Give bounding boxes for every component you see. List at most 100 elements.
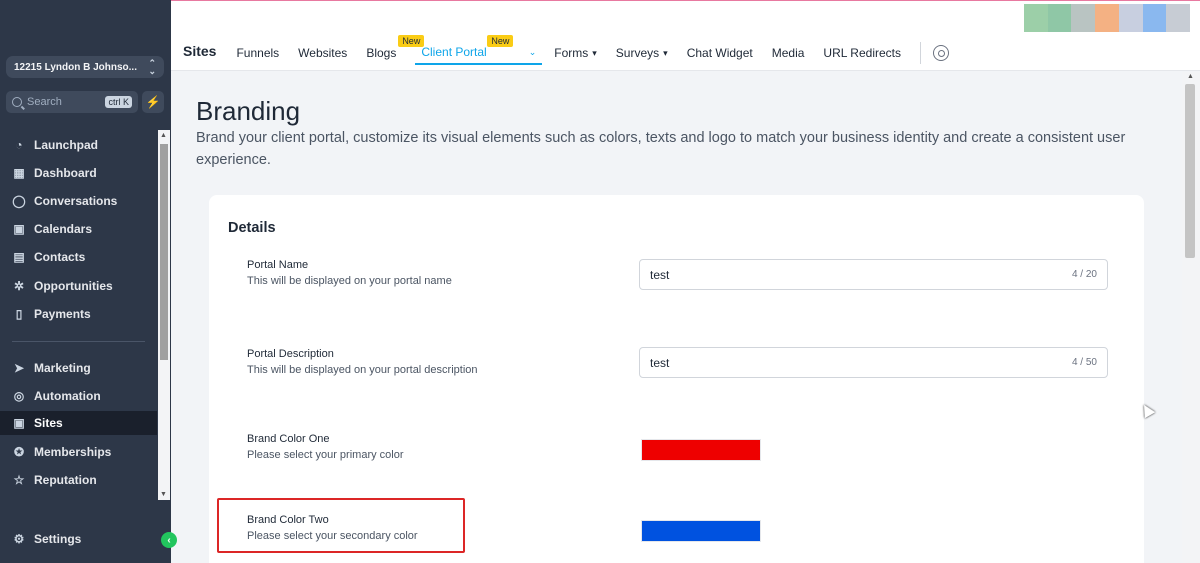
sidebar-item-settings[interactable]: ⚙ Settings xyxy=(0,527,157,551)
input-value: test xyxy=(650,267,670,282)
brand-color-one-label: Brand Color One xyxy=(247,433,330,445)
sidebar-item-dashboard[interactable]: ▦ Dashboard xyxy=(0,161,157,185)
sidebar-item-sites[interactable]: ▣ Sites xyxy=(0,411,157,435)
tab-label: Surveys xyxy=(615,46,660,60)
sidebar-item-label: Contacts xyxy=(34,250,86,264)
scroll-up-icon[interactable]: ▲ xyxy=(1187,73,1194,80)
page-description: Brand your client portal, customize its … xyxy=(196,130,1126,168)
bolt-icon: ⚡ xyxy=(145,95,161,109)
network-icon: ✲ xyxy=(13,279,25,293)
sidebar-item-memberships[interactable]: ✪ Memberships xyxy=(0,440,157,464)
brand-color-one-help: Please select your primary color xyxy=(247,449,404,461)
page-title: Branding xyxy=(196,96,301,126)
tab-client-portal[interactable]: Client Portal New ⌄ xyxy=(415,35,543,65)
search-icon xyxy=(12,97,22,107)
top-navigation: Sites Funnels Websites Blogs New Client P… xyxy=(171,0,1200,71)
sidebar-item-marketing[interactable]: ➤ Marketing xyxy=(0,356,157,380)
main-scrollbar[interactable]: ▲ xyxy=(1182,72,1200,563)
input-value: test xyxy=(650,355,670,370)
tab-label: Funnels xyxy=(236,46,280,60)
user-avatar-strip[interactable] xyxy=(1024,4,1191,32)
new-badge: New xyxy=(487,35,514,47)
search-input[interactable]: Search ctrl K xyxy=(6,91,138,113)
sites-icon: ▣ xyxy=(13,416,25,430)
account-switcher[interactable]: 12215 Lyndon B Johnso... ⌃ ⌄ xyxy=(6,56,164,78)
sidebar-item-label: Conversations xyxy=(34,194,118,208)
automation-icon: ◎ xyxy=(13,389,25,403)
scroll-up-icon[interactable]: ▲ xyxy=(160,132,167,139)
main-content: Branding Brand your client portal, custo… xyxy=(171,72,1182,563)
search-shortcut: ctrl K xyxy=(105,96,132,108)
char-count: 4 / 50 xyxy=(1071,357,1097,368)
search-row: Search ctrl K ⚡ xyxy=(6,91,164,113)
char-count: 4 / 20 xyxy=(1071,269,1097,280)
sidebar-item-label: Reputation xyxy=(34,473,97,487)
portal-name-input[interactable]: test 4 / 20 xyxy=(639,259,1108,290)
calendar-icon: ▣ xyxy=(13,222,25,236)
sidebar-item-conversations[interactable]: ◯ Conversations xyxy=(0,189,157,213)
sidebar-item-label: Launchpad xyxy=(34,138,99,152)
sidebar-divider xyxy=(12,341,145,342)
portal-description-help: This will be displayed on your portal de… xyxy=(247,364,478,376)
portal-name-help: This will be displayed on your portal na… xyxy=(247,275,452,287)
tab-forms[interactable]: Forms ▾ xyxy=(554,41,597,65)
tab-label: Chat Widget xyxy=(686,46,753,60)
sidebar-item-automation[interactable]: ◎ Automation xyxy=(0,384,157,408)
tab-surveys[interactable]: Surveys ▾ xyxy=(616,41,668,65)
sidebar-item-label: Calendars xyxy=(34,222,93,236)
contacts-icon: ▤ xyxy=(13,250,25,264)
tab-chat-widget[interactable]: Chat Widget xyxy=(687,41,753,65)
details-card: Details Portal Name This will be display… xyxy=(209,195,1144,563)
portal-description-label: Portal Description xyxy=(247,348,334,360)
sidebar: 12215 Lyndon B Johnso... ⌃ ⌄ Search ctrl … xyxy=(0,0,171,563)
sidebar-item-calendars[interactable]: ▣ Calendars xyxy=(0,217,157,241)
sidebar-item-reputation[interactable]: ☆ Reputation xyxy=(0,468,157,492)
sidebar-item-opportunities[interactable]: ✲ Opportunities xyxy=(0,274,157,298)
tab-label: Media xyxy=(771,46,805,60)
tab-divider xyxy=(919,42,921,64)
send-icon: ➤ xyxy=(13,361,25,375)
sidebar-item-label: Dashboard xyxy=(34,166,97,180)
sidebar-item-label: Opportunities xyxy=(34,279,113,293)
brand-color-one-picker[interactable] xyxy=(641,439,761,461)
account-name: 12215 Lyndon B Johnso... xyxy=(14,61,137,73)
sites-tabs: Sites Funnels Websites Blogs New Client P… xyxy=(183,35,949,65)
quick-action-button[interactable]: ⚡ xyxy=(142,91,164,113)
gear-icon[interactable] xyxy=(932,45,949,61)
scroll-down-icon[interactable]: ▼ xyxy=(160,491,167,498)
sidebar-item-label: Sites xyxy=(34,416,63,430)
sidebar-item-label: Memberships xyxy=(34,445,112,459)
tab-websites[interactable]: Websites xyxy=(298,41,347,65)
tab-label: Websites xyxy=(298,46,348,60)
sidebar-scrollbar[interactable]: ▲ ▼ xyxy=(158,130,170,500)
scrollbar-thumb[interactable] xyxy=(160,144,168,360)
grid-icon: ▦ xyxy=(13,166,25,180)
highlight-box xyxy=(217,498,465,553)
tab-blogs[interactable]: Blogs New xyxy=(366,35,425,65)
chevron-down-icon: ▾ xyxy=(592,47,597,58)
sidebar-item-payments[interactable]: ▯ Payments xyxy=(0,302,157,326)
chat-icon: ◯ xyxy=(12,194,26,208)
sidebar-item-contacts[interactable]: ▤ Contacts xyxy=(0,245,157,269)
chevron-down-icon: ▾ xyxy=(663,47,668,58)
tab-label: URL Redirects xyxy=(823,46,901,60)
portal-description-input[interactable]: test 4 / 50 xyxy=(639,347,1108,378)
tab-funnels[interactable]: Funnels xyxy=(236,41,279,65)
sidebar-item-launchpad[interactable]: ◔ Launchpad xyxy=(0,133,157,157)
tab-url-redirects[interactable]: URL Redirects xyxy=(823,41,901,65)
star-icon: ☆ xyxy=(13,473,25,487)
scrollbar-thumb[interactable] xyxy=(1185,84,1195,258)
search-placeholder: Search xyxy=(27,96,62,108)
sidebar-item-label: Automation xyxy=(34,389,101,403)
receipt-icon: ▯ xyxy=(15,307,23,321)
tab-media[interactable]: Media xyxy=(772,41,805,65)
portal-name-label: Portal Name xyxy=(247,259,309,271)
rocket-icon: ◔ xyxy=(15,138,23,152)
card-title: Details xyxy=(228,220,276,236)
tab-label: Blogs xyxy=(366,46,397,60)
brand-color-two-picker[interactable] xyxy=(641,520,761,542)
badge-icon: ✪ xyxy=(13,445,25,459)
gear-icon: ⚙ xyxy=(13,532,25,546)
tab-label: Forms xyxy=(554,46,589,60)
sidebar-item-label: Payments xyxy=(34,307,91,321)
